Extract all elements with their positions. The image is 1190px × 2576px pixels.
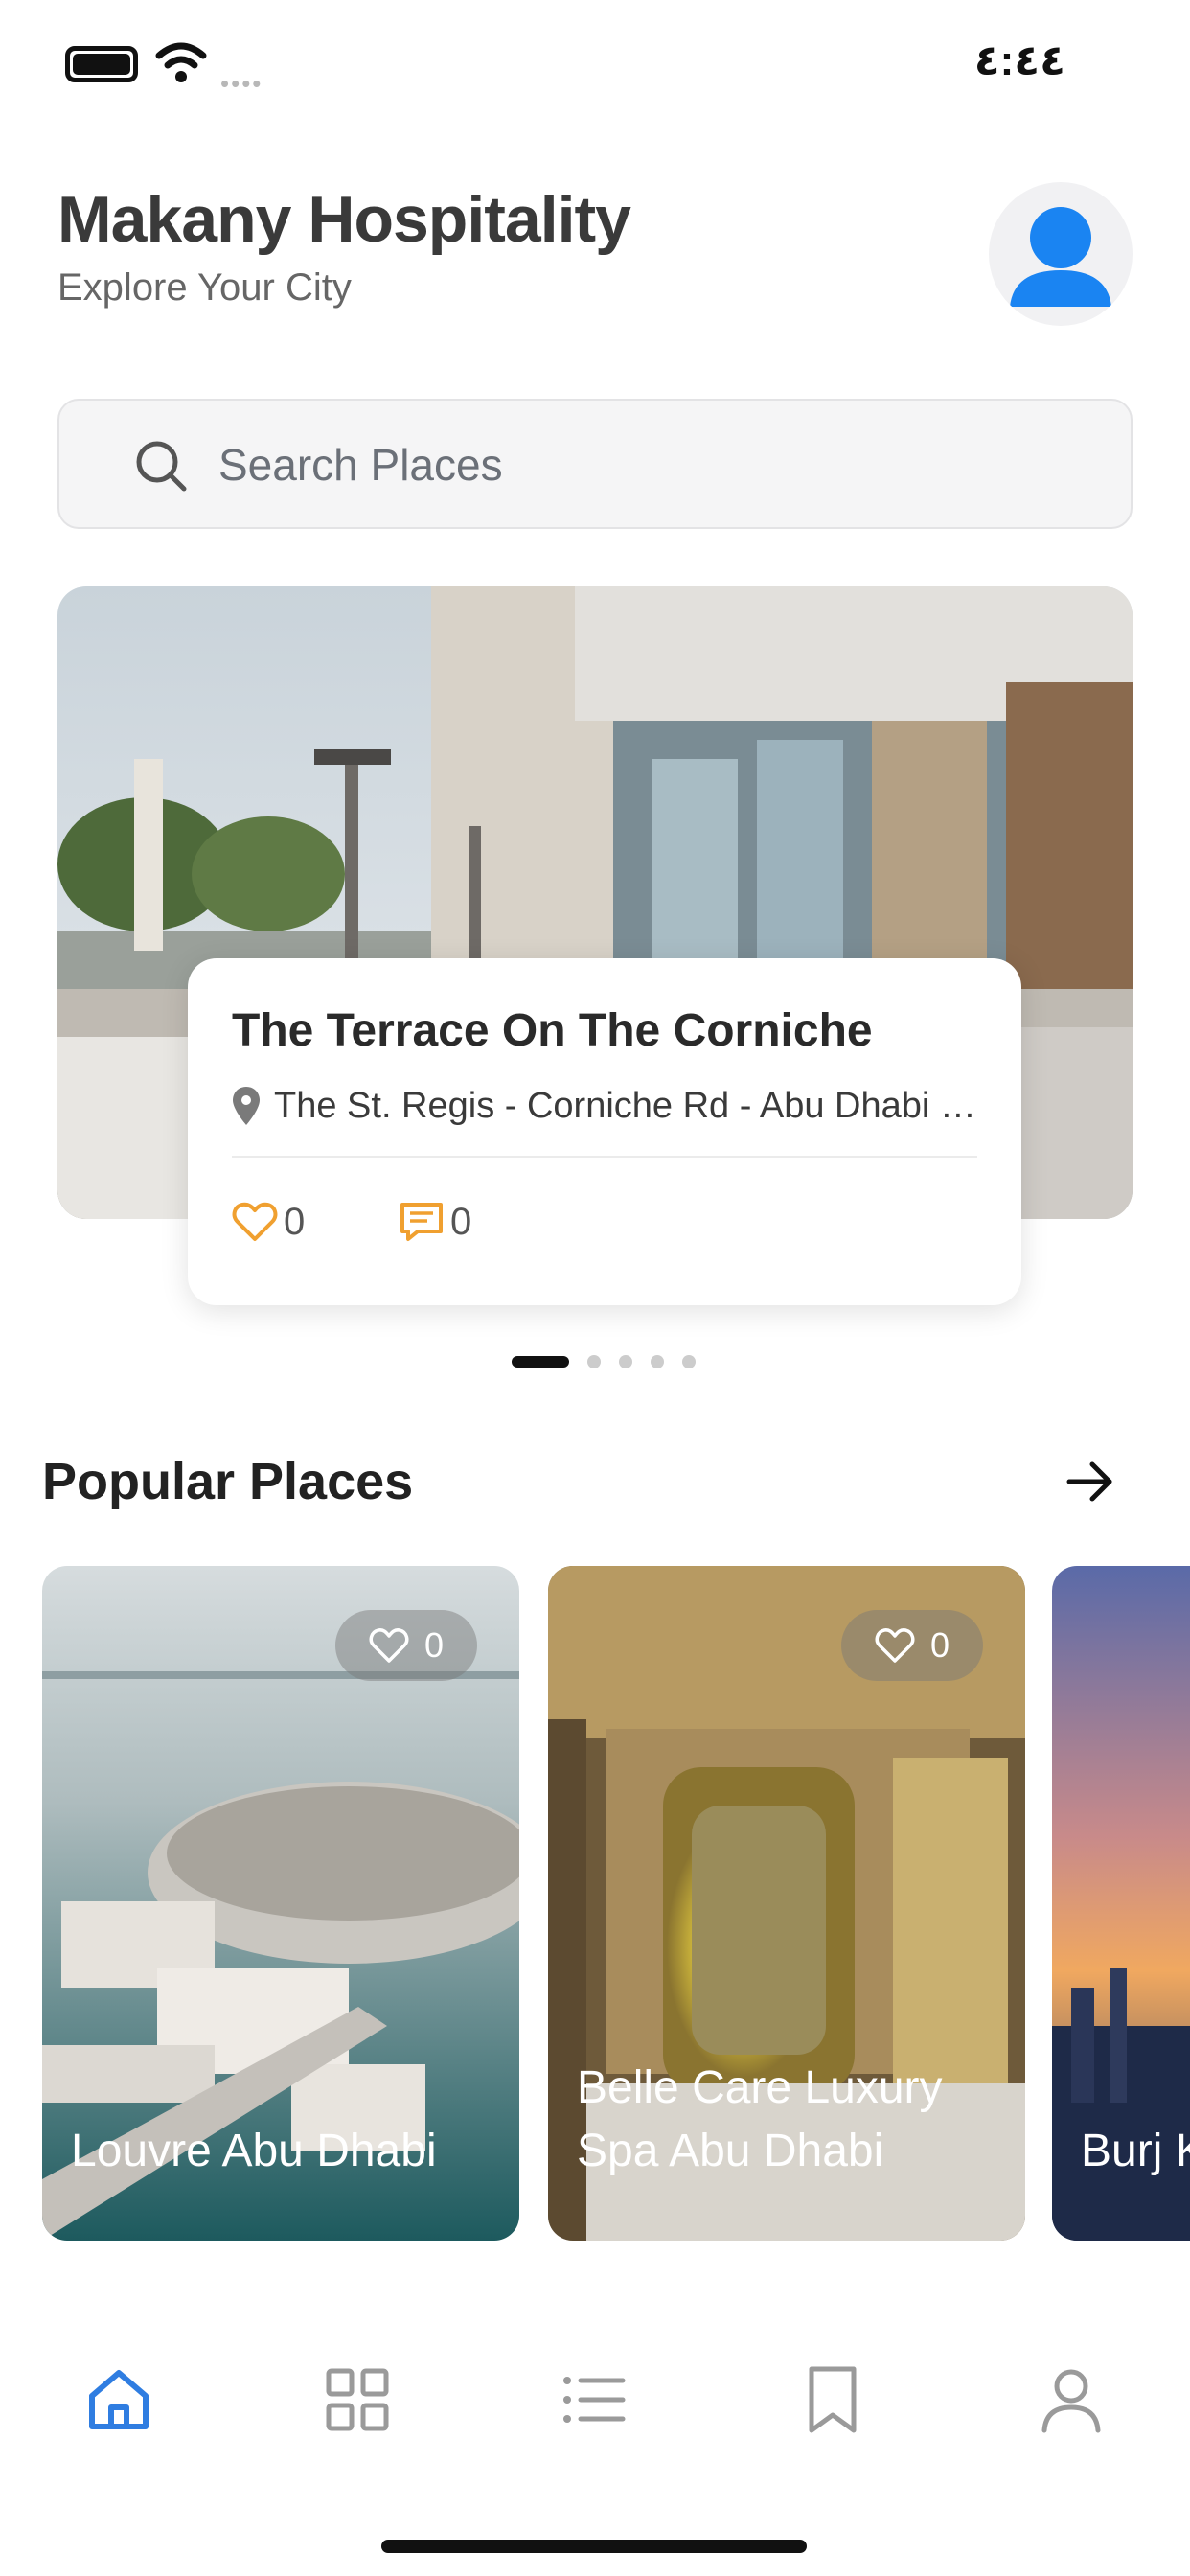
comment-stat[interactable]: 0 (399, 1198, 471, 1246)
heart-icon (369, 1628, 409, 1663)
wifi-icon (155, 42, 207, 84)
cellular-signal-icon: •••• (220, 69, 263, 98)
nav-categories[interactable] (319, 2361, 396, 2438)
arrow-right-icon[interactable] (1064, 1455, 1117, 1508)
search-bar[interactable] (57, 399, 1133, 529)
comment-icon (400, 1203, 443, 1241)
featured-address-row: The St. Regis - Corniche Rd - Abu Dhabi … (232, 1077, 979, 1135)
status-time: ٤:٤٤ (973, 37, 1065, 84)
app-subtitle: Explore Your City (57, 266, 352, 309)
popular-places-list: 0 Louvre Abu Dhabi 0 Belle Care Luxury S… (42, 1566, 1190, 2241)
place-name: Belle Care Luxury Spa Abu Dhabi (577, 2062, 943, 2176)
place-card[interactable]: 0 Belle Care Luxury Spa Abu Dhabi (548, 1566, 1025, 2241)
carousel-pager[interactable] (512, 1354, 714, 1369)
nav-profile[interactable] (1033, 2361, 1110, 2438)
like-stat[interactable]: 0 (232, 1198, 305, 1246)
search-icon (136, 441, 187, 492)
comment-count: 0 (450, 1200, 472, 1243)
like-count: 0 (284, 1200, 306, 1243)
featured-place-address: The St. Regis - Corniche Rd - Abu Dhabi … (274, 1085, 979, 1126)
bookmark-icon (809, 2366, 857, 2433)
like-chip[interactable]: 0 (335, 1610, 477, 1681)
popular-places-heading: Popular Places (42, 1453, 414, 1510)
pager-dot[interactable] (651, 1355, 664, 1368)
pager-dot[interactable] (682, 1355, 696, 1368)
profile-icon (1041, 2369, 1101, 2433)
battery-icon (65, 46, 138, 82)
like-chip[interactable]: 0 (841, 1610, 983, 1681)
grid-icon (326, 2368, 389, 2431)
divider (232, 1156, 977, 1158)
place-card[interactable]: 0 Louvre Abu Dhabi (42, 1566, 519, 2241)
nav-home[interactable] (80, 2361, 157, 2438)
like-count: 0 (423, 1625, 445, 1665)
home-indicator (381, 2540, 807, 2553)
like-count: 0 (929, 1625, 950, 1665)
home-icon (89, 2370, 149, 2429)
place-name: Louvre Abu Dhabi (71, 2126, 437, 2176)
pager-dot[interactable] (587, 1355, 601, 1368)
home-screen: •••• ٤:٤٤ Makany Hospitality Explore You… (0, 0, 1190, 2576)
list-icon (563, 2377, 626, 2423)
heart-icon (875, 1628, 915, 1663)
avatar[interactable] (989, 182, 1133, 326)
bottom-navigation (0, 2310, 1190, 2576)
featured-place-title: The Terrace On The Corniche (232, 1005, 873, 1056)
featured-place-card[interactable]: The Terrace On The Corniche The St. Regi… (188, 958, 1021, 1305)
pager-dot-active[interactable] (512, 1356, 569, 1368)
app-title: Makany Hospitality (57, 183, 631, 256)
place-name: Burj Khalifa (1081, 2126, 1190, 2176)
place-card[interactable]: 0 Burj Khalifa (1052, 1566, 1190, 2241)
pager-dot[interactable] (619, 1355, 632, 1368)
nav-list[interactable] (556, 2361, 632, 2438)
heart-icon (232, 1202, 278, 1241)
user-avatar-icon (1010, 207, 1111, 307)
nav-bookmarks[interactable] (794, 2361, 871, 2438)
status-bar: •••• ٤:٤٤ (0, 0, 1190, 134)
location-pin-icon (233, 1087, 260, 1125)
search-input[interactable] (218, 433, 1081, 496)
